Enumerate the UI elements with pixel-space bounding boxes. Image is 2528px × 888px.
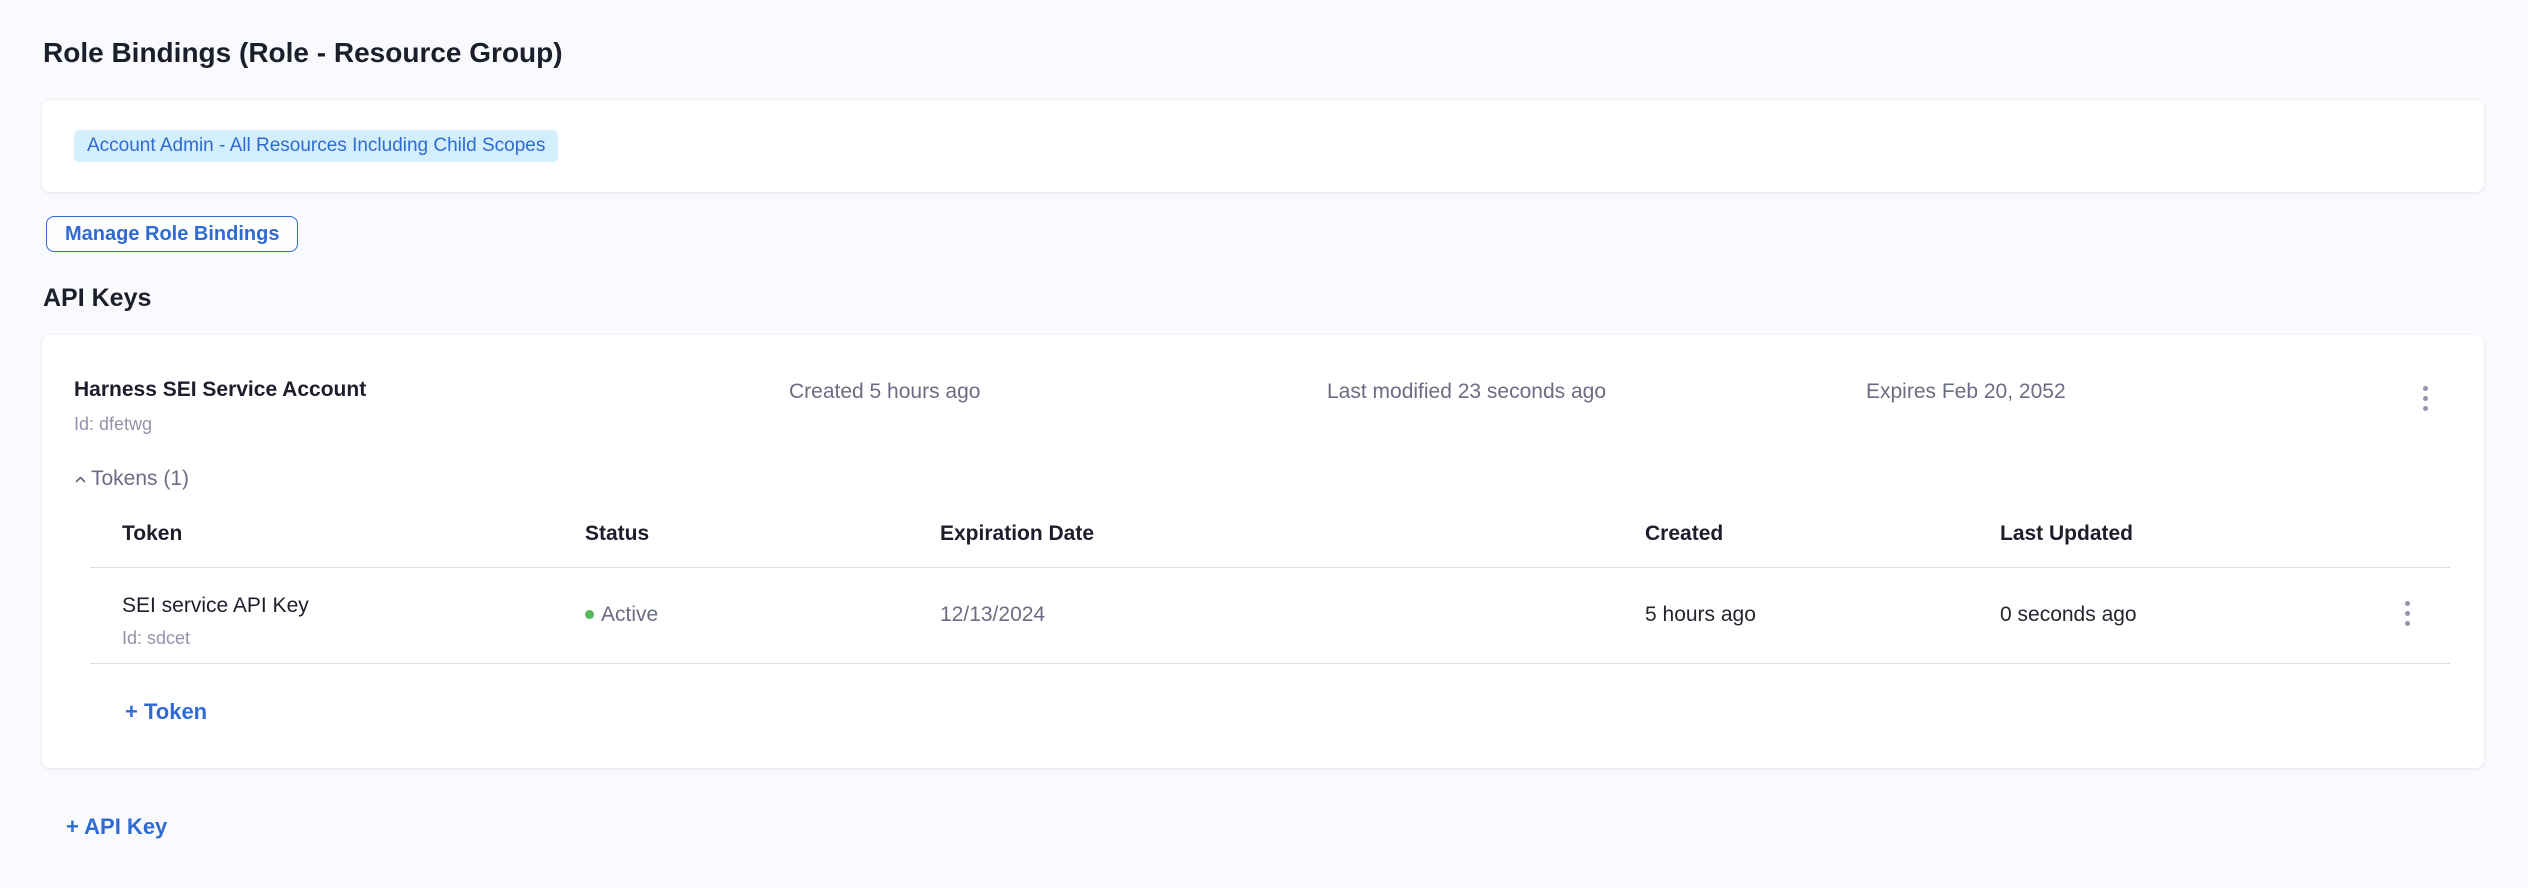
chevron-up-icon [72,471,89,488]
api-key-expires-label: Expires Feb 20, 2052 [1866,379,2066,405]
kebab-menu-icon [2423,396,2428,401]
role-bindings-card: Account Admin - All Resources Including … [42,100,2484,192]
active-status-dot-icon [585,610,594,619]
column-header-token: Token [122,522,182,546]
service-account-name: Harness SEI Service Account [74,377,366,403]
api-key-created-label: Created 5 hours ago [789,379,980,405]
token-status-label: Active [601,602,658,627]
kebab-menu-icon [2405,621,2410,626]
account-access-page: Role Bindings (Role - Resource Group) Ac… [0,0,2528,888]
kebab-menu-icon [2405,611,2410,616]
add-token-button[interactable]: + Token [125,699,207,725]
token-expiration-date: 12/13/2024 [940,602,1045,627]
column-header-status: Status [585,522,649,546]
page-title: Role Bindings (Role - Resource Group) [43,36,563,70]
tokens-toggle-label: Tokens (1) [91,467,189,491]
api-key-last-modified-label: Last modified 23 seconds ago [1327,379,1606,405]
kebab-menu-icon [2423,406,2428,411]
token-created: 5 hours ago [1645,602,1756,627]
token-status-cell: Active [585,602,658,627]
column-header-last-updated: Last Updated [2000,522,2133,546]
role-binding-badge: Account Admin - All Resources Including … [74,130,558,162]
token-menu-button[interactable] [2387,593,2427,633]
api-key-card: Harness SEI Service Account Id: dfetwg C… [42,335,2484,768]
kebab-menu-icon [2405,601,2410,606]
service-account-id: Id: dfetwg [74,413,152,435]
table-header-divider [90,567,2450,568]
api-key-menu-button[interactable] [2405,378,2445,418]
manage-role-bindings-button[interactable]: Manage Role Bindings [46,216,298,252]
table-row-divider [90,663,2450,664]
token-last-updated: 0 seconds ago [2000,602,2137,627]
token-name: SEI service API Key [122,593,309,618]
tokens-toggle[interactable]: Tokens (1) [72,467,189,491]
kebab-menu-icon [2423,386,2428,391]
column-header-expiration-date: Expiration Date [940,522,1094,546]
column-header-created: Created [1645,522,1723,546]
add-api-key-button[interactable]: + API Key [66,814,167,840]
token-id: Id: sdcet [122,627,190,649]
api-keys-heading: API Keys [43,284,151,313]
